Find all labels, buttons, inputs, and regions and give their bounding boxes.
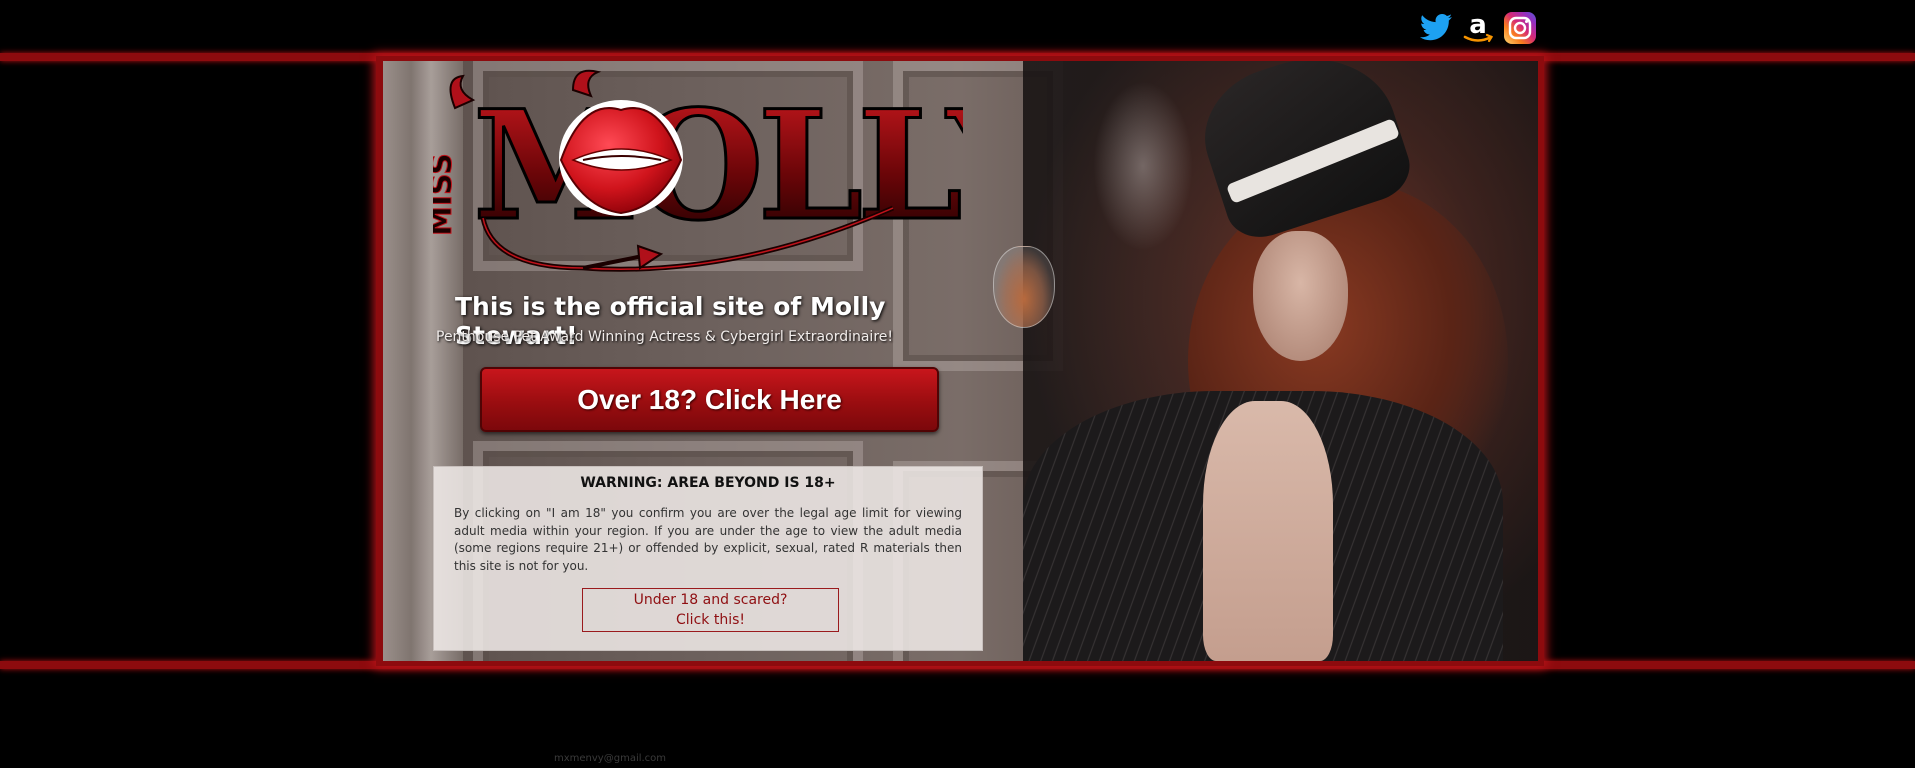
warning-body: By clicking on "I am 18" you confirm you… xyxy=(454,506,962,573)
lips-icon xyxy=(559,100,683,216)
warning-title: WARNING: AREA BEYOND IS 18+ xyxy=(580,475,836,491)
page: a MISS MOLL This is the official site of… xyxy=(0,0,1915,768)
under-18-line-1: Under 18 and scared? xyxy=(633,592,788,608)
under-18-line-2: Click this! xyxy=(676,612,745,628)
torso-decoration xyxy=(1203,401,1333,661)
instagram-icon[interactable] xyxy=(1502,10,1538,46)
svg-text:a: a xyxy=(1469,10,1487,40)
logo-molly-text: MOLLY xyxy=(473,78,963,254)
smoke-decoration xyxy=(1093,81,1193,251)
under-18-exit-link[interactable]: Under 18 and scared? Click this! xyxy=(582,588,839,632)
svg-text:MISS: MISS xyxy=(433,153,459,236)
glass-decoration xyxy=(993,246,1055,328)
age-warning-box: WARNING: AREA BEYOND IS 18+ By clicking … xyxy=(433,466,983,651)
footer-email[interactable]: mxmenvy@gmail.com xyxy=(554,753,666,764)
devil-horn-icon xyxy=(449,74,476,110)
page-subheadline: Penthouse Pet Award Winning Actress & Cy… xyxy=(436,329,893,345)
face-decoration xyxy=(1253,231,1348,361)
miss-molly-logo: MISS MOLLY xyxy=(433,69,963,272)
social-links: a xyxy=(1418,10,1538,46)
twitter-icon[interactable] xyxy=(1418,10,1454,46)
logo-miss-text: MISS xyxy=(433,153,460,237)
amazon-icon[interactable]: a xyxy=(1460,10,1496,46)
enter-over-18-button[interactable]: Over 18? Click Here xyxy=(480,367,939,432)
